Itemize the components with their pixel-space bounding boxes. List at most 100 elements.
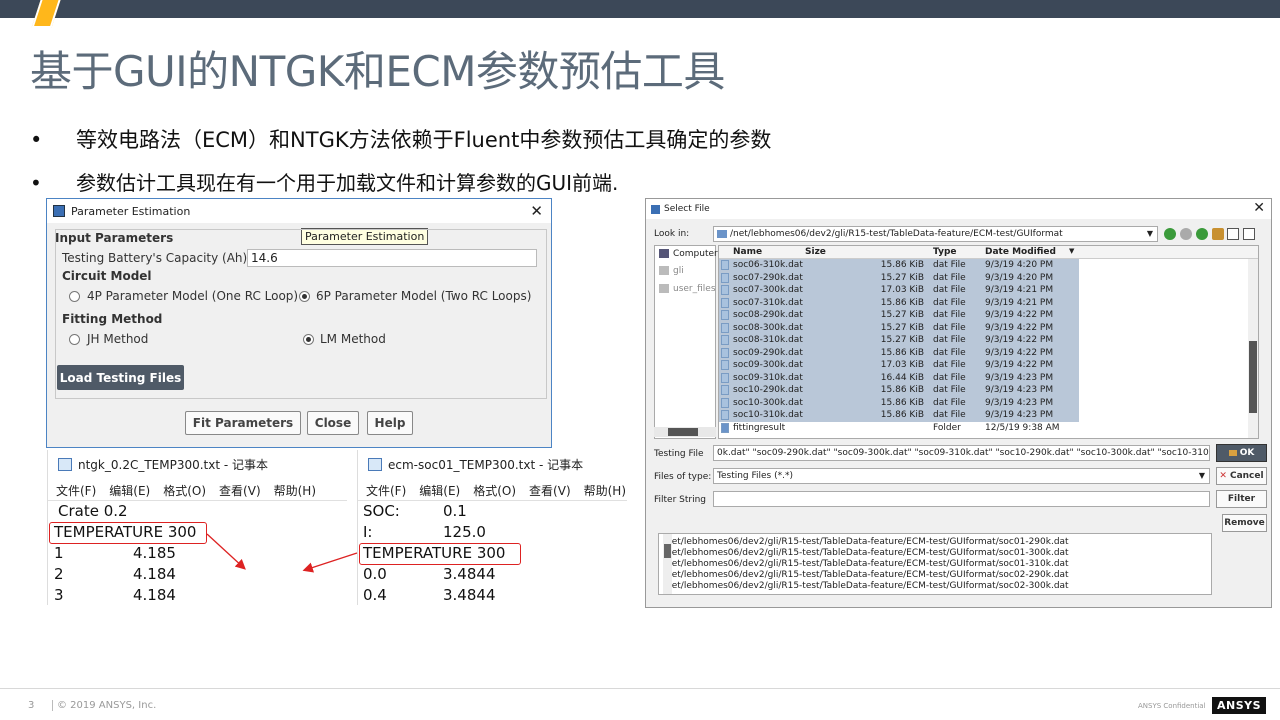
scroll-thumb[interactable]	[664, 544, 671, 558]
file-row[interactable]: soc10-310k.dat 15.86 KiB dat File 9/3/19 4:…	[719, 409, 1079, 422]
file-type: dat File	[933, 397, 966, 408]
file-row[interactable]: soc09-300k.dat 17.03 KiB dat File 9/3/19 4:…	[719, 359, 1079, 372]
file-type: dat File	[933, 272, 966, 283]
new-folder-icon[interactable]	[1212, 228, 1224, 240]
file-type: dat File	[933, 385, 966, 395]
testing-file-label: Testing File	[654, 449, 704, 459]
file-row[interactable]: soc08-300k.dat 15.27 KiB dat File 9/3/19 4:…	[719, 321, 1079, 334]
look-in-label: Look in:	[654, 229, 690, 239]
file-name: soc10-300k.dat	[733, 397, 803, 408]
selected-paths-list: /net/lebhomes06/dev2/gli/R15-test/TableD…	[658, 533, 1212, 595]
file-type: dat File	[933, 285, 966, 295]
file-icon	[721, 410, 729, 420]
path-item[interactable]: /net/lebhomes06/dev2/gli/R15-test/TableD…	[663, 548, 1069, 558]
ok-button-label: OK	[1239, 448, 1255, 458]
sort-icon: ▼	[1069, 247, 1075, 255]
scroll-thumb[interactable]	[1249, 341, 1257, 413]
file-row[interactable]: soc07-290k.dat 15.27 KiB dat File 9/3/19 4:…	[719, 271, 1079, 284]
file-type: dat File	[933, 372, 966, 383]
file-icon	[721, 372, 729, 383]
file-type: dat File	[933, 410, 966, 420]
path-item[interactable]: /net/lebhomes06/dev2/gli/R15-test/TableD…	[663, 537, 1069, 547]
look-in-combo[interactable]: /net/lebhomes06/dev2/gli/R15-test/TableD…	[713, 226, 1158, 242]
column-date[interactable]: Date Modified	[985, 247, 1056, 257]
cancel-icon: ✕	[1219, 471, 1227, 481]
file-size: 15.86 KiB	[880, 397, 924, 408]
file-list-scrollbar[interactable]	[1248, 259, 1258, 438]
folder-type: Folder	[933, 422, 961, 433]
filter-string-label: Filter String	[654, 495, 707, 505]
column-type[interactable]: Type	[933, 247, 956, 257]
file-icon	[721, 385, 729, 395]
filter-string-input[interactable]	[713, 491, 1210, 507]
column-name[interactable]: Name	[733, 247, 762, 257]
sidebar-scrollbar[interactable]	[654, 427, 716, 437]
up-icon[interactable]	[1196, 228, 1208, 240]
back-icon[interactable]	[1164, 228, 1176, 240]
ansys-logo: ANSYS	[1212, 697, 1266, 714]
sidebar-item-user-files[interactable]: user_files	[659, 284, 716, 294]
file-date: 9/3/19 4:20 PM	[985, 272, 1054, 283]
file-name: soc09-300k.dat	[733, 360, 803, 370]
cancel-button[interactable]: ✕ Cancel	[1216, 467, 1267, 485]
file-date: 9/3/19 4:22 PM	[985, 360, 1054, 370]
look-in-path: /net/lebhomes06/dev2/gli/R15-test/TableD…	[730, 229, 1063, 239]
arrow-left	[206, 533, 246, 570]
file-row[interactable]: soc08-290k.dat 15.27 KiB dat File 9/3/19 4:…	[719, 309, 1079, 322]
file-icon	[721, 347, 729, 358]
detail-view-icon[interactable]	[1243, 228, 1255, 240]
file-name: soc10-290k.dat	[733, 385, 803, 395]
file-size: 17.03 KiB	[880, 360, 924, 370]
list-view-icon[interactable]	[1227, 228, 1239, 240]
footer-divider	[0, 688, 1280, 689]
file-size: 15.86 KiB	[880, 385, 924, 395]
column-size[interactable]: Size	[805, 247, 826, 257]
file-date: 9/3/19 4:21 PM	[985, 297, 1054, 308]
file-row[interactable]: soc09-310k.dat 16.44 KiB dat File 9/3/19 4:…	[719, 371, 1079, 384]
path-item[interactable]: /net/lebhomes06/dev2/gli/R15-test/TableD…	[663, 581, 1069, 591]
file-size: 15.27 KiB	[880, 310, 924, 320]
file-row[interactable]: soc09-290k.dat 15.86 KiB dat File 9/3/19 4:…	[719, 346, 1079, 359]
file-icon	[721, 360, 729, 370]
file-date: 9/3/19 4:21 PM	[985, 285, 1054, 295]
remove-button[interactable]: Remove	[1222, 514, 1267, 532]
file-date: 9/3/19 4:22 PM	[985, 322, 1054, 333]
files-of-type-select[interactable]: Testing Files (*.*) ▼	[713, 468, 1210, 484]
sidebar-item-gli[interactable]: gli	[659, 266, 684, 276]
testing-file-input[interactable]: 0k.dat" "soc09-290k.dat" "soc09-300k.dat…	[713, 445, 1210, 461]
file-size: 15.27 KiB	[880, 272, 924, 283]
file-row[interactable]: soc07-310k.dat 15.86 KiB dat File 9/3/19 4:…	[719, 296, 1079, 309]
file-date: 9/3/19 4:20 PM	[985, 260, 1054, 270]
path-item[interactable]: /net/lebhomes06/dev2/gli/R15-test/TableD…	[663, 570, 1069, 580]
file-date: 9/3/19 4:22 PM	[985, 310, 1054, 320]
file-date: 9/3/19 4:23 PM	[985, 385, 1054, 395]
forward-icon[interactable]	[1180, 228, 1192, 240]
ok-button[interactable]: OK	[1216, 444, 1267, 462]
file-size: 16.44 KiB	[880, 372, 924, 383]
file-row[interactable]: soc10-300k.dat 15.86 KiB dat File 9/3/19 4:…	[719, 396, 1079, 409]
file-name: soc09-310k.dat	[733, 372, 803, 383]
scroll-thumb[interactable]	[668, 428, 698, 436]
copyright: © 2019 ANSYS, Inc.	[52, 700, 156, 711]
paths-scrollbar[interactable]	[663, 534, 672, 594]
file-row[interactable]: soc10-290k.dat 15.86 KiB dat File 9/3/19 4:…	[719, 384, 1079, 397]
file-row[interactable]: soc08-310k.dat 15.27 KiB dat File 9/3/19 4:…	[719, 334, 1079, 347]
file-icon	[721, 272, 729, 283]
file-name: soc06-310k.dat	[733, 260, 803, 270]
file-row[interactable]: soc06-310k.dat 15.86 KiB dat File 9/3/19 4:…	[719, 259, 1079, 272]
cancel-button-label: Cancel	[1229, 471, 1264, 481]
file-type: dat File	[933, 297, 966, 308]
file-size: 15.86 KiB	[880, 297, 924, 308]
path-item[interactable]: /net/lebhomes06/dev2/gli/R15-test/TableD…	[663, 559, 1069, 569]
sidebar-item-computer[interactable]: Computer	[659, 249, 718, 259]
file-row[interactable]: soc07-300k.dat 17.03 KiB dat File 9/3/19 4:…	[719, 284, 1079, 297]
filter-button[interactable]: Filter	[1216, 490, 1267, 508]
folder-row[interactable]: fittingresult Folder 12/5/19 9:38 AM	[719, 422, 1079, 435]
file-icon	[721, 397, 729, 408]
close-icon[interactable]: ✕	[1253, 200, 1265, 216]
dialog-title: Select File	[664, 204, 710, 214]
app-icon	[651, 204, 660, 214]
folder-date: 12/5/19 9:38 AM	[985, 422, 1060, 433]
file-size: 15.27 KiB	[880, 322, 924, 333]
file-type: dat File	[933, 260, 966, 270]
